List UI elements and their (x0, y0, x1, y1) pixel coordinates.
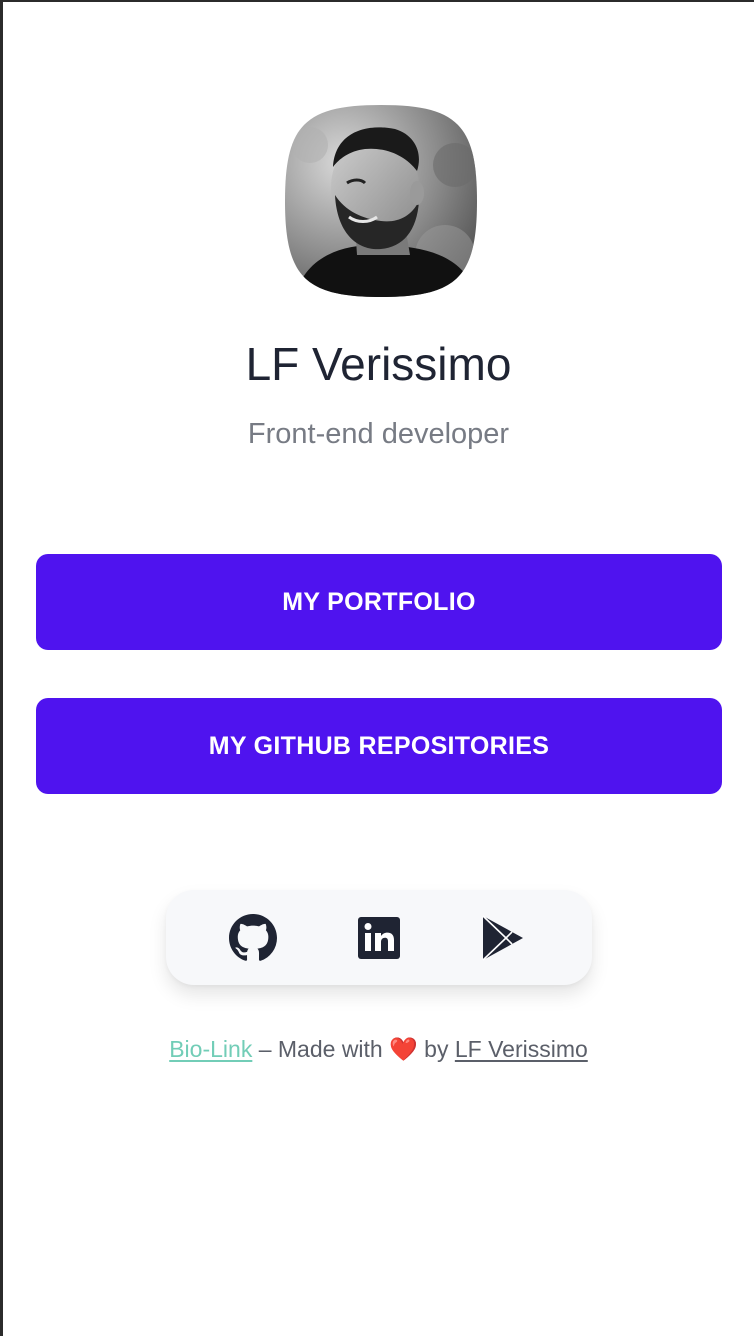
footer-by-text: by (424, 1036, 449, 1062)
heart-icon: ❤️ (389, 1036, 418, 1062)
avatar-photo (285, 105, 477, 297)
portfolio-link-button[interactable]: MY PORTFOLIO (36, 554, 722, 650)
linkedin-icon[interactable] (355, 914, 403, 962)
bio-link-page: LF Verissimo Front-end developer MY PORT… (3, 2, 754, 1336)
footer-credit: Bio-Link – Made with ❤️ by LF Verissimo (3, 1032, 754, 1066)
footer-made-with-text: – Made with (258, 1036, 383, 1062)
portfolio-link-label: MY PORTFOLIO (282, 587, 476, 616)
google-play-icon[interactable] (479, 914, 527, 962)
github-icon[interactable] (229, 914, 277, 962)
social-links-bar (166, 890, 592, 985)
github-repositories-link-label: MY GITHUB REPOSITORIES (208, 731, 550, 760)
profile-tagline: Front-end developer (247, 418, 510, 450)
bio-link-brand-link[interactable]: Bio-Link (169, 1036, 252, 1062)
profile-name: LF Verissimo (245, 338, 512, 390)
github-repositories-link-button[interactable]: MY GITHUB REPOSITORIES (36, 698, 722, 794)
author-link[interactable]: LF Verissimo (455, 1036, 588, 1062)
avatar (285, 105, 477, 297)
